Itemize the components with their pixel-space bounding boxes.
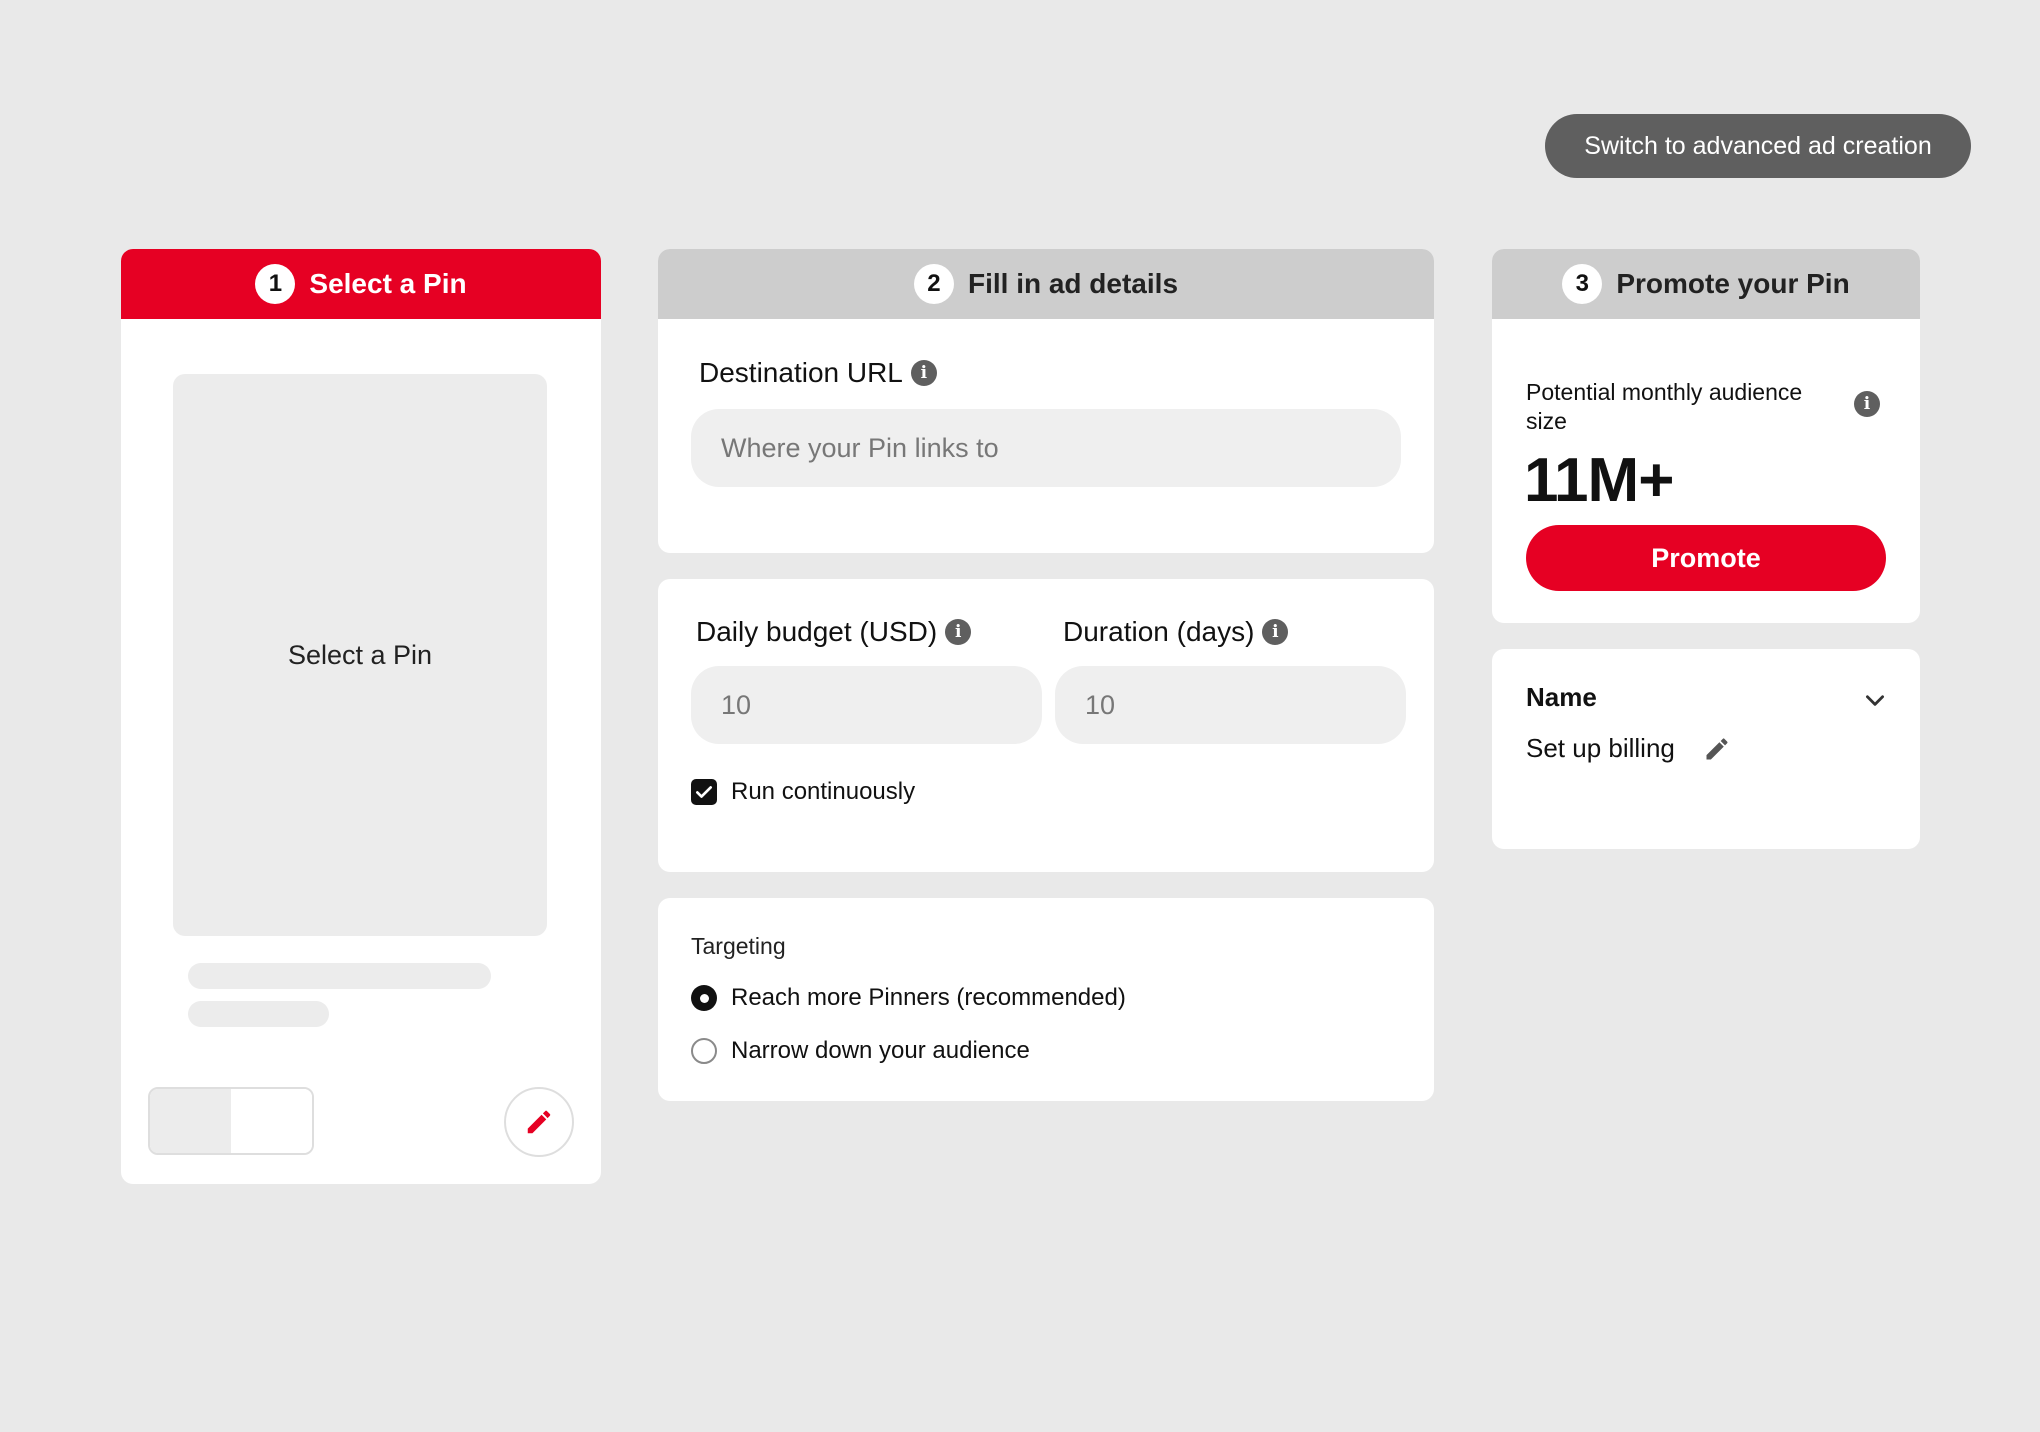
daily-budget-label: Daily budget (USD) i bbox=[696, 616, 972, 648]
ad-details-card: 2 Fill in ad details Destination URL i W… bbox=[658, 249, 1434, 553]
checkmark-icon bbox=[696, 786, 712, 798]
pencil-icon[interactable] bbox=[1703, 735, 1731, 763]
destination-url-label: Destination URL i bbox=[699, 357, 937, 389]
promote-button[interactable]: Promote bbox=[1526, 525, 1886, 591]
select-pin-card: 1 Select a Pin Select a Pin bbox=[121, 249, 601, 1184]
info-icon[interactable]: i bbox=[1854, 391, 1880, 417]
targeting-option-narrow[interactable]: Narrow down your audience bbox=[691, 1037, 1030, 1065]
targeting-card: Targeting Reach more Pinners (recommende… bbox=[658, 898, 1434, 1101]
step-1-title: Select a Pin bbox=[309, 268, 467, 299]
destination-url-label-text: Destination URL bbox=[699, 357, 903, 388]
billing-row[interactable]: Set up billing bbox=[1526, 733, 1731, 764]
radio-selected[interactable] bbox=[691, 985, 717, 1011]
audience-size-value: 11M+ bbox=[1524, 446, 1674, 515]
view-toggle-left[interactable] bbox=[150, 1089, 231, 1153]
daily-budget-value: 10 bbox=[721, 689, 752, 720]
step-3-header: 3 Promote your Pin bbox=[1492, 249, 1920, 319]
chevron-down-icon[interactable] bbox=[1862, 687, 1888, 713]
targeting-option-narrow-label: Narrow down your audience bbox=[731, 1037, 1030, 1064]
info-icon[interactable]: i bbox=[945, 619, 972, 645]
audience-size-label: Potential monthly audience size bbox=[1526, 379, 1803, 434]
destination-url-placeholder: Where your Pin links to bbox=[721, 432, 999, 463]
switch-advanced-button[interactable]: Switch to advanced ad creation bbox=[1545, 114, 1971, 178]
name-card: Name Set up billing bbox=[1492, 649, 1920, 849]
info-icon[interactable]: i bbox=[910, 360, 937, 386]
step-2-number: 2 bbox=[913, 264, 954, 304]
step-1-header: 1 Select a Pin bbox=[121, 249, 601, 319]
run-continuously-row[interactable]: Run continuously bbox=[691, 778, 915, 806]
edit-pin-button[interactable] bbox=[504, 1087, 574, 1157]
step-3-number: 3 bbox=[1562, 264, 1603, 304]
name-title: Name bbox=[1526, 682, 1597, 712]
targeting-title: Targeting bbox=[691, 933, 786, 959]
billing-label: Set up billing bbox=[1526, 733, 1675, 763]
view-toggle[interactable] bbox=[148, 1087, 314, 1155]
skeleton-line-long bbox=[188, 963, 491, 989]
info-icon[interactable]: i bbox=[1262, 619, 1289, 645]
pin-placeholder-label: Select a Pin bbox=[287, 639, 433, 670]
pencil-icon bbox=[527, 1110, 551, 1134]
duration-label-text: Duration (days) bbox=[1063, 616, 1255, 647]
duration-input[interactable]: 10 bbox=[1055, 666, 1406, 744]
daily-budget-input[interactable]: 10 bbox=[691, 666, 1042, 744]
promote-card: 3 Promote your Pin Potential monthly aud… bbox=[1492, 249, 1920, 623]
pin-placeholder[interactable]: Select a Pin bbox=[173, 374, 547, 936]
duration-label: Duration (days) i bbox=[1063, 616, 1289, 648]
step-3-title: Promote your Pin bbox=[1616, 268, 1850, 299]
run-continuously-label: Run continuously bbox=[731, 778, 916, 805]
budget-card: Daily budget (USD) i Duration (days) i 1… bbox=[658, 579, 1434, 872]
step-2-header: 2 Fill in ad details bbox=[658, 249, 1434, 319]
destination-url-input[interactable]: Where your Pin links to bbox=[691, 409, 1401, 487]
targeting-option-reach-label: Reach more Pinners (recommended) bbox=[731, 984, 1126, 1011]
run-continuously-checkbox[interactable] bbox=[691, 779, 717, 805]
step-1-number: 1 bbox=[255, 264, 296, 304]
daily-budget-label-text: Daily budget (USD) bbox=[696, 616, 938, 647]
duration-value: 10 bbox=[1085, 689, 1116, 720]
skeleton-line-short bbox=[188, 1001, 329, 1027]
radio-unselected[interactable] bbox=[691, 1038, 717, 1064]
view-toggle-right[interactable] bbox=[231, 1089, 312, 1153]
targeting-option-reach[interactable]: Reach more Pinners (recommended) bbox=[691, 984, 1126, 1012]
step-2-title: Fill in ad details bbox=[967, 268, 1179, 299]
